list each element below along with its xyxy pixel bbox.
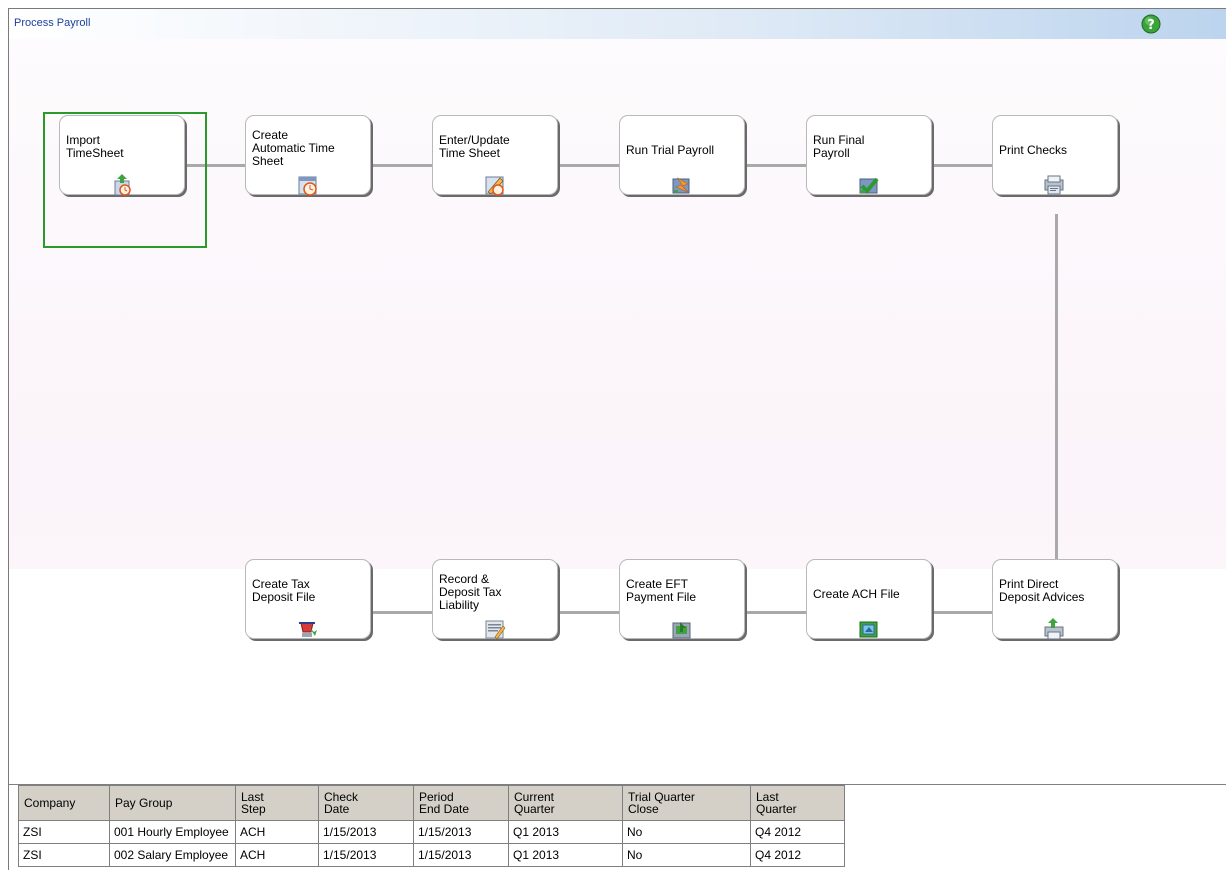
current-quarter-cell: Q1 2013 [508, 843, 623, 867]
current-quarter-cell: Q1 2013 [508, 820, 623, 844]
period-end-date-cell: 1/15/2013 [413, 820, 509, 844]
eft-file-icon [672, 622, 691, 639]
step-create-eft-payment-file[interactable]: Create EFT Payment File [619, 559, 745, 639]
ach-file-icon [859, 621, 878, 638]
step-import-timesheet[interactable]: Import TimeSheet [59, 115, 185, 196]
step-run-trial-payroll[interactable]: Run Trial Payroll [619, 115, 745, 195]
step-label: Create Tax Deposit File [252, 577, 316, 604]
last-quarter-cell: Q4 2012 [750, 820, 845, 844]
auto-timesheet-icon [298, 176, 317, 196]
column-header[interactable]: Check Date [318, 785, 414, 821]
connector [1055, 214, 1058, 594]
step-label: Print Checks [999, 143, 1068, 157]
trial-quarter-close-cell: No [622, 820, 751, 844]
step-label: Create EFT Payment File [626, 577, 697, 604]
deposit-advice-icon [1044, 618, 1064, 640]
pay-group-cell: 001 Hourly Employee [109, 820, 236, 844]
pay-group-cell: 002 Salary Employee [109, 843, 236, 867]
column-header[interactable]: Last Step [235, 785, 319, 821]
tax-liability-icon [485, 620, 506, 640]
step-create-ach-file[interactable]: Create ACH File [806, 559, 932, 639]
step-create-tax-deposit-file[interactable]: Create Tax Deposit File [245, 559, 371, 639]
step-label: Run Trial Payroll [626, 143, 715, 157]
step-label: Run Final Payroll [813, 133, 865, 160]
trial-payroll-icon [672, 177, 690, 194]
table-row[interactable]: ZSI 002 Salary Employee ACH 1/15/2013 1/… [18, 843, 845, 867]
help-icon[interactable]: ? [1141, 14, 1161, 34]
title-bar: Process Payroll ? [9, 9, 1226, 39]
payroll-status-grid: Company Pay Group Last Step Check Date P… [18, 785, 845, 867]
step-label: Record & Deposit Tax Liability [439, 572, 502, 612]
column-header[interactable]: Company [18, 785, 110, 821]
period-end-date-cell: 1/15/2013 [413, 843, 509, 867]
edit-timesheet-icon [485, 176, 504, 196]
tax-deposit-icon [299, 622, 317, 637]
company-cell: ZSI [18, 843, 110, 867]
column-header[interactable]: Current Quarter [508, 785, 623, 821]
step-print-direct-deposit-advices[interactable]: Print Direct Deposit Advices [992, 559, 1118, 640]
final-payroll-icon [859, 177, 879, 194]
step-run-final-payroll[interactable]: Run Final Payroll [806, 115, 932, 195]
step-record-deposit-tax-liability[interactable]: Record & Deposit Tax Liability [432, 559, 558, 640]
last-step-cell: ACH [235, 820, 319, 844]
step-label: Create ACH File [813, 587, 900, 601]
check-date-cell: 1/15/2013 [318, 843, 414, 867]
step-print-checks[interactable]: Print Checks [992, 115, 1118, 195]
last-quarter-cell: Q4 2012 [750, 843, 845, 867]
column-header[interactable]: Pay Group [109, 785, 236, 821]
step-label: Print Direct Deposit Advices [999, 577, 1085, 604]
step-label: Import TimeSheet [66, 133, 124, 160]
process-payroll-window: Process Payroll ? Import TimeSheet Creat… [8, 8, 1226, 870]
trial-quarter-close-cell: No [622, 843, 751, 867]
step-label: Create Automatic Time Sheet [252, 128, 335, 168]
check-date-cell: 1/15/2013 [318, 820, 414, 844]
column-header[interactable]: Trial Quarter Close [622, 785, 751, 821]
print-checks-icon [1044, 175, 1064, 195]
step-label: Enter/Update Time Sheet [439, 133, 510, 160]
step-create-automatic-time-sheet[interactable]: Create Automatic Time Sheet [245, 115, 371, 196]
last-step-cell: ACH [235, 843, 319, 867]
column-header[interactable]: Last Quarter [750, 785, 845, 821]
grid-header-row: Company Pay Group Last Step Check Date P… [18, 785, 845, 821]
column-header[interactable]: Period End Date [413, 785, 509, 821]
company-cell: ZSI [18, 820, 110, 844]
table-row[interactable]: ZSI 001 Hourly Employee ACH 1/15/2013 1/… [18, 820, 845, 844]
svg-text:?: ? [1147, 18, 1155, 33]
step-enter-update-time-sheet[interactable]: Enter/Update Time Sheet [432, 115, 558, 196]
import-timesheet-icon [114, 174, 131, 196]
window-title: Process Payroll [14, 17, 91, 29]
workflow-canvas: Import TimeSheet Create Automatic Time S… [9, 39, 1226, 774]
